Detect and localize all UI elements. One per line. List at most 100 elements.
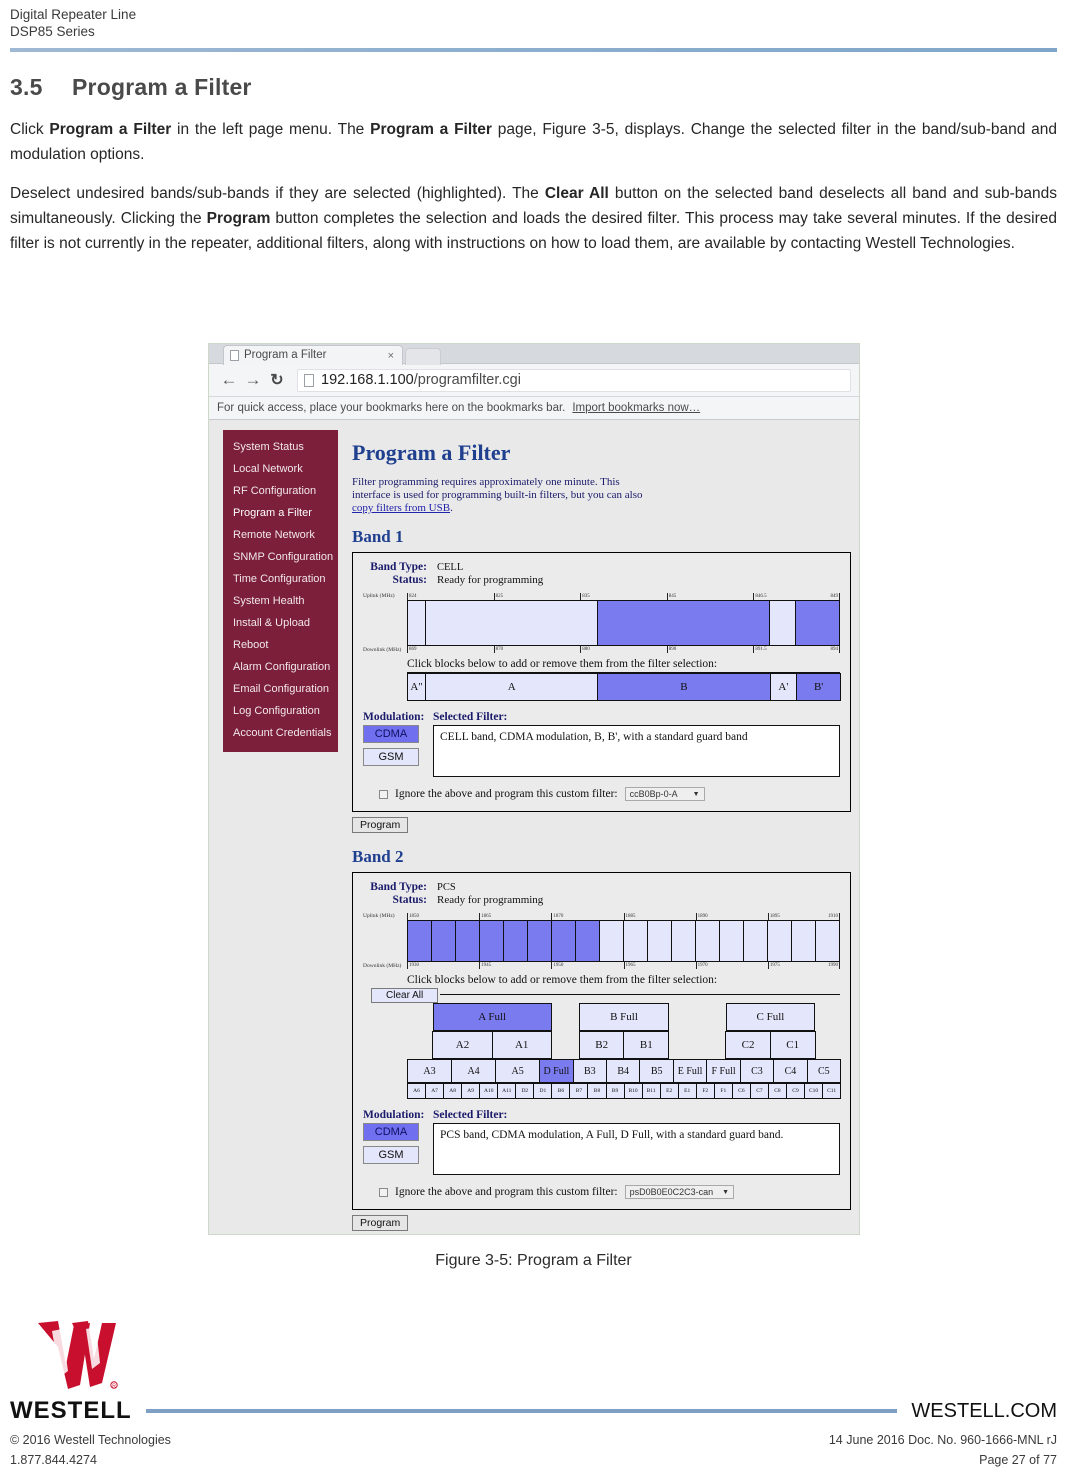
clear-all-button[interactable]: Clear All xyxy=(371,988,439,1003)
band1-filter-block[interactable]: A" xyxy=(407,673,427,701)
band2-spectrum-segment[interactable] xyxy=(432,921,456,961)
band2-filter-block[interactable]: B6 xyxy=(551,1083,571,1099)
band2-program-button[interactable]: Program xyxy=(352,1215,409,1231)
reload-icon[interactable]: ↻ xyxy=(265,370,289,390)
band2-spectrum-segment[interactable] xyxy=(744,921,768,961)
band2-filter-block[interactable]: B7 xyxy=(569,1083,589,1099)
band1-ignore-checkbox[interactable] xyxy=(379,789,388,799)
sidebar-item-system-health[interactable]: System Health xyxy=(223,590,338,612)
band2-filter-block[interactable]: A3 xyxy=(407,1059,453,1083)
band2-filter-block[interactable]: E2 xyxy=(659,1083,679,1099)
band2-filter-block[interactable]: C4 xyxy=(773,1059,808,1083)
band2-spectrum-segment[interactable] xyxy=(696,921,720,961)
band2-filter-block[interactable]: B4 xyxy=(606,1059,641,1083)
band2-spectrum-segment[interactable] xyxy=(816,921,839,961)
band2-ignore-checkbox[interactable] xyxy=(379,1187,388,1197)
band2-filter-block[interactable]: A8 xyxy=(443,1083,463,1099)
band1-filter-block[interactable]: B' xyxy=(796,673,842,701)
band2-filter-block[interactable]: A5 xyxy=(495,1059,541,1083)
band1-filter-block[interactable]: A xyxy=(425,673,599,701)
band2-filter-block[interactable]: A2 xyxy=(432,1031,493,1059)
sidebar-item-rf-configuration[interactable]: RF Configuration xyxy=(223,480,338,502)
import-bookmarks-link[interactable]: Import bookmarks now… xyxy=(572,402,700,414)
address-bar[interactable]: 192.168.1.100/programfilter.cgi xyxy=(297,368,851,392)
band2-filter-block[interactable]: F1 xyxy=(713,1083,733,1099)
sidebar-item-snmp-configuration[interactable]: SNMP Configuration xyxy=(223,546,338,568)
band1-spectrum-segment[interactable] xyxy=(796,601,839,645)
band2-spectrum-segment[interactable] xyxy=(720,921,744,961)
band1-spectrum-segment[interactable] xyxy=(597,601,770,645)
band1-filter-block[interactable]: B xyxy=(597,673,771,701)
band2-filter-block[interactable]: A7 xyxy=(425,1083,445,1099)
browser-tab[interactable]: Program a Filter × xyxy=(223,345,403,365)
band2-modulation-gsm-button[interactable]: GSM xyxy=(363,1146,419,1164)
sidebar-item-install-upload[interactable]: Install & Upload xyxy=(223,612,338,634)
band2-filter-block[interactable]: E1 xyxy=(677,1083,697,1099)
band2-filter-block[interactable]: A10 xyxy=(479,1083,499,1099)
band1-program-button[interactable]: Program xyxy=(352,817,409,833)
band2-filter-block[interactable]: A6 xyxy=(407,1083,427,1099)
band2-filter-block[interactable]: B Full xyxy=(579,1003,669,1031)
band1-custom-filter-select[interactable]: ccB0Bp-0-A ▼ xyxy=(624,787,705,801)
band2-spectrum-segment[interactable] xyxy=(408,921,432,961)
band1-spectrum-segment[interactable] xyxy=(769,601,797,645)
band2-spectrum-segment[interactable] xyxy=(792,921,816,961)
band2-filter-block[interactable]: B5 xyxy=(639,1059,674,1083)
band2-filter-block[interactable]: F2 xyxy=(695,1083,715,1099)
copy-filters-from-usb-link[interactable]: copy filters from USB xyxy=(352,502,450,514)
band2-filter-block[interactable]: D2 xyxy=(515,1083,535,1099)
band2-filter-block[interactable]: A4 xyxy=(451,1059,497,1083)
band1-modulation-gsm-button[interactable]: GSM xyxy=(363,748,419,766)
forward-icon[interactable]: → xyxy=(241,370,265,390)
band2-filter-block[interactable]: C7 xyxy=(749,1083,769,1099)
band2-filter-block[interactable]: B8 xyxy=(587,1083,607,1099)
sidebar-item-time-configuration[interactable]: Time Configuration xyxy=(223,568,338,590)
band2-filter-block[interactable]: C2 xyxy=(725,1031,771,1059)
band2-filter-block[interactable]: B2 xyxy=(578,1031,625,1059)
band2-modulation-cdma-button[interactable]: CDMA xyxy=(363,1123,419,1141)
band2-filter-block[interactable]: F Full xyxy=(706,1059,741,1083)
band2-filter-block[interactable]: B1 xyxy=(623,1031,670,1059)
band2-filter-block[interactable]: B9 xyxy=(605,1083,625,1099)
sidebar-item-program-a-filter[interactable]: Program a Filter xyxy=(223,502,338,524)
band2-filter-block[interactable]: C10 xyxy=(804,1083,824,1099)
band2-filter-block[interactable]: C1 xyxy=(769,1031,816,1059)
sidebar-item-account-credentials[interactable]: Account Credentials xyxy=(223,722,338,744)
band2-spectrum-segment[interactable] xyxy=(576,921,600,961)
sidebar-item-system-status[interactable]: System Status xyxy=(223,436,338,458)
band2-filter-block[interactable]: B10 xyxy=(623,1083,643,1099)
band2-filter-block[interactable]: B3 xyxy=(572,1059,608,1083)
band2-spectrum-segment[interactable] xyxy=(504,921,528,961)
new-tab-button[interactable] xyxy=(405,348,441,365)
band2-filter-block[interactable]: C6 xyxy=(731,1083,751,1099)
band2-spectrum-segment[interactable] xyxy=(456,921,480,961)
sidebar-item-email-configuration[interactable]: Email Configuration xyxy=(223,678,338,700)
band2-spectrum-segment[interactable] xyxy=(552,921,576,961)
band1-spectrum-segment[interactable] xyxy=(426,601,598,645)
sidebar-item-alarm-configuration[interactable]: Alarm Configuration xyxy=(223,656,338,678)
band2-filter-block[interactable]: B11 xyxy=(641,1083,661,1099)
close-icon[interactable]: × xyxy=(388,347,394,365)
band2-spectrum-segment[interactable] xyxy=(624,921,648,961)
band2-spectrum-segment[interactable] xyxy=(528,921,552,961)
band2-filter-block[interactable]: C8 xyxy=(767,1083,787,1099)
band2-filter-block[interactable]: D Full xyxy=(539,1059,574,1083)
band1-filter-block[interactable]: A' xyxy=(769,673,798,701)
band2-filter-block[interactable]: A9 xyxy=(461,1083,481,1099)
sidebar-item-remote-network[interactable]: Remote Network xyxy=(223,524,338,546)
band2-spectrum-segment[interactable] xyxy=(648,921,672,961)
band2-filter-block[interactable]: A Full xyxy=(432,1003,552,1031)
band2-filter-block[interactable]: A11 xyxy=(497,1083,517,1099)
band2-filter-block[interactable]: C9 xyxy=(785,1083,806,1099)
sidebar-item-reboot[interactable]: Reboot xyxy=(223,634,338,656)
band2-filter-block[interactable]: A1 xyxy=(491,1031,552,1059)
sidebar-item-log-configuration[interactable]: Log Configuration xyxy=(223,700,338,722)
band2-filter-block[interactable]: E Full xyxy=(672,1059,708,1083)
band2-filter-block[interactable]: D1 xyxy=(533,1083,553,1099)
band2-filter-block[interactable]: C5 xyxy=(806,1059,842,1083)
band2-spectrum-segment[interactable] xyxy=(672,921,696,961)
band2-spectrum-segment[interactable] xyxy=(600,921,624,961)
band1-modulation-cdma-button[interactable]: CDMA xyxy=(363,725,419,743)
sidebar-item-local-network[interactable]: Local Network xyxy=(223,458,338,480)
back-icon[interactable]: ← xyxy=(217,370,241,390)
